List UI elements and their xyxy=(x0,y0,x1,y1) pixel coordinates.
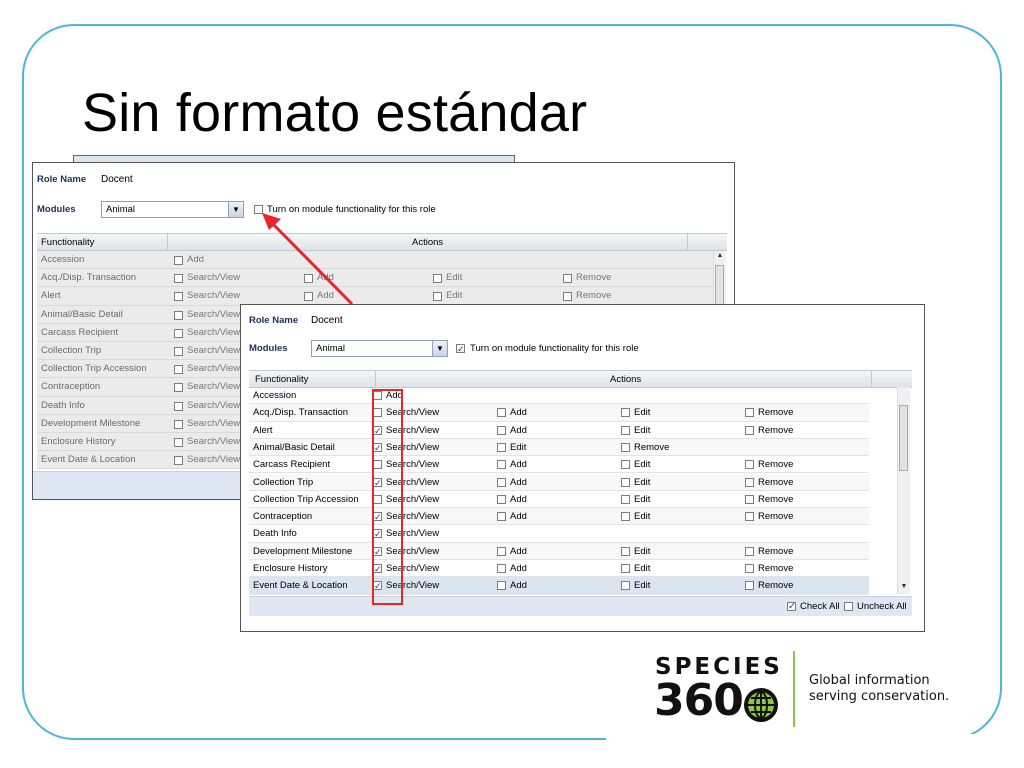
arrow-shaft xyxy=(269,220,354,306)
globe-icon xyxy=(744,688,778,722)
logo-divider xyxy=(793,651,795,727)
species360-logo: SPECIES 360 Global information serving c… xyxy=(650,651,970,731)
logo-tagline-line1: Global information xyxy=(809,673,930,688)
logo-360-text: 360 xyxy=(654,675,744,726)
logo-tagline-line2: serving conservation. xyxy=(809,689,950,704)
logo-tagline: Global information serving conservation. xyxy=(809,673,949,705)
